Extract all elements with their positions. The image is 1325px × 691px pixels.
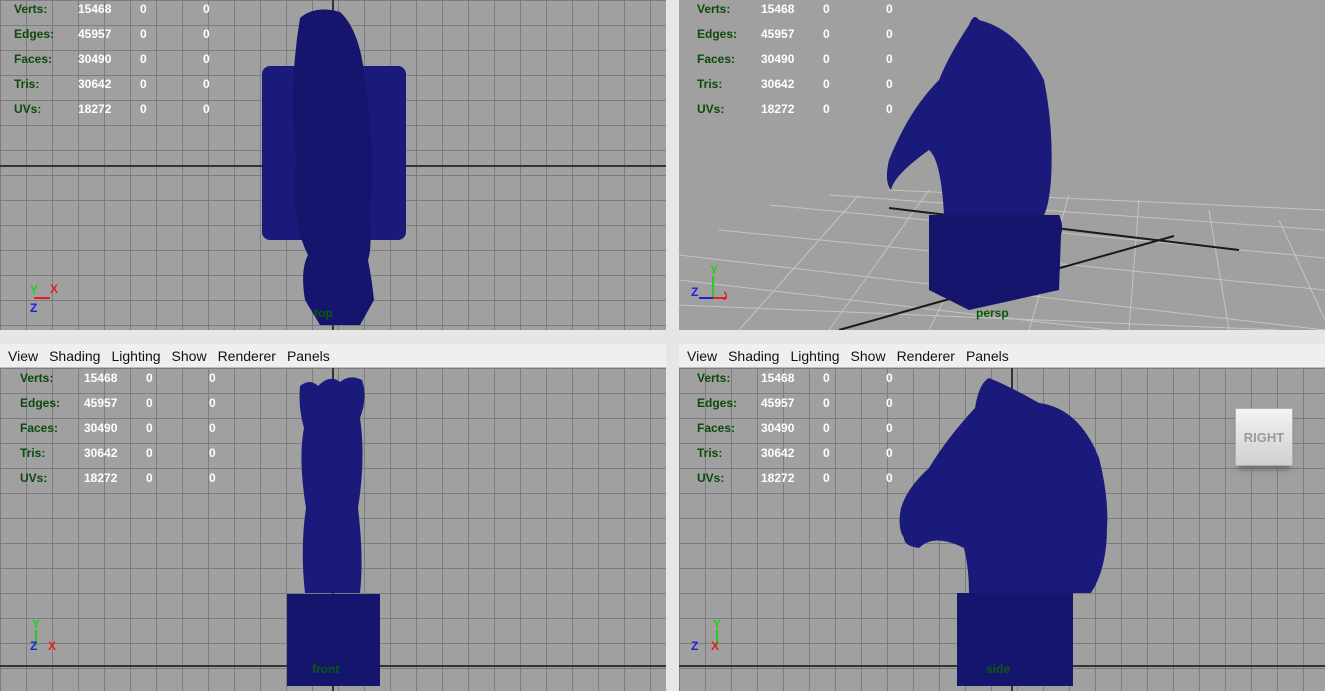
svg-text:X: X [711, 639, 719, 653]
menu-show[interactable]: Show [851, 348, 886, 364]
camera-label-top: top [314, 306, 333, 320]
menu-view[interactable]: View [687, 348, 717, 364]
menu-view[interactable]: View [8, 348, 38, 364]
axis-gizmo-icon: Y X Z [691, 263, 727, 302]
viewport-menubar: View Shading Lighting Show Renderer Pane… [679, 344, 1325, 368]
svg-text:Z: Z [30, 639, 37, 653]
viewport-menubar: View Shading Lighting Show Renderer Pane… [0, 344, 666, 368]
axis-gizmo-icon: Y Z X [30, 617, 56, 653]
axis-gizmo-icon: X Y Z [30, 282, 58, 315]
hud-row-edges: Edges: 45957 0 0 [14, 27, 210, 41]
camera-label-side: side [986, 662, 1011, 676]
svg-text:Z: Z [30, 301, 37, 315]
svg-text:Z: Z [691, 639, 698, 653]
hud-row-uvs: UVs: 18272 0 0 [14, 102, 210, 116]
menu-lighting[interactable]: Lighting [111, 348, 160, 364]
viewport-side[interactable]: View Shading Lighting Show Renderer Pane… [679, 344, 1325, 691]
svg-text:X: X [723, 289, 727, 302]
svg-text:X: X [48, 639, 56, 653]
menu-shading[interactable]: Shading [49, 348, 100, 364]
camera-label-persp: persp [976, 306, 1009, 320]
svg-text:Z: Z [691, 285, 698, 299]
hud-row-faces: Faces: 30490 0 0 [14, 52, 210, 66]
menu-panels[interactable]: Panels [287, 348, 330, 364]
menu-renderer[interactable]: Renderer [897, 348, 955, 364]
menu-shading[interactable]: Shading [728, 348, 779, 364]
menu-panels[interactable]: Panels [966, 348, 1009, 364]
hud-stats: Verts: 15468 0 0 Edges: 45957 0 0 Faces: 30490 0… [14, 0, 243, 122]
viewcube-label: RIGHT [1243, 429, 1285, 445]
hud-stats: Verts: 15468 0 0 Edges: 45957 0 0 Faces: 30490 0… [697, 371, 893, 485]
svg-text:Y: Y [710, 263, 718, 277]
svg-text:Y: Y [713, 617, 721, 631]
panel-divider-horizontal[interactable] [0, 330, 1325, 344]
hud-row-tris: Tris: 30642 0 0 [14, 77, 210, 91]
viewport-persp[interactable]: Verts: 15468 0 0 Edges: 45957 0 0 Faces: 30490 0… [679, 0, 1325, 330]
panel-divider-vertical[interactable] [666, 0, 679, 691]
svg-text:Y: Y [30, 283, 38, 297]
hud-row-verts: Verts: 15468 0 0 [14, 2, 210, 16]
menu-lighting[interactable]: Lighting [790, 348, 839, 364]
menu-show[interactable]: Show [172, 348, 207, 364]
axis-gizmo-icon: Y Z X [691, 617, 721, 653]
viewport-front[interactable]: View Shading Lighting Show Renderer Pane… [0, 344, 666, 691]
svg-text:X: X [50, 282, 58, 296]
camera-label-front: front [312, 662, 340, 676]
svg-text:Y: Y [32, 617, 40, 631]
viewport-top[interactable]: Verts: 15468 0 0 Edges: 45957 0 0 Faces: 30490 0… [0, 0, 666, 330]
hud-stats: Verts: 15468 0 0 Edges: 45957 0 0 Faces: 30490 0… [20, 371, 216, 485]
hud-stats: Verts: 15468 0 0 Edges: 45957 0 0 Faces: 30490 0… [697, 2, 893, 116]
menu-renderer[interactable]: Renderer [218, 348, 276, 364]
viewcube[interactable]: RIGHT [1235, 408, 1293, 466]
